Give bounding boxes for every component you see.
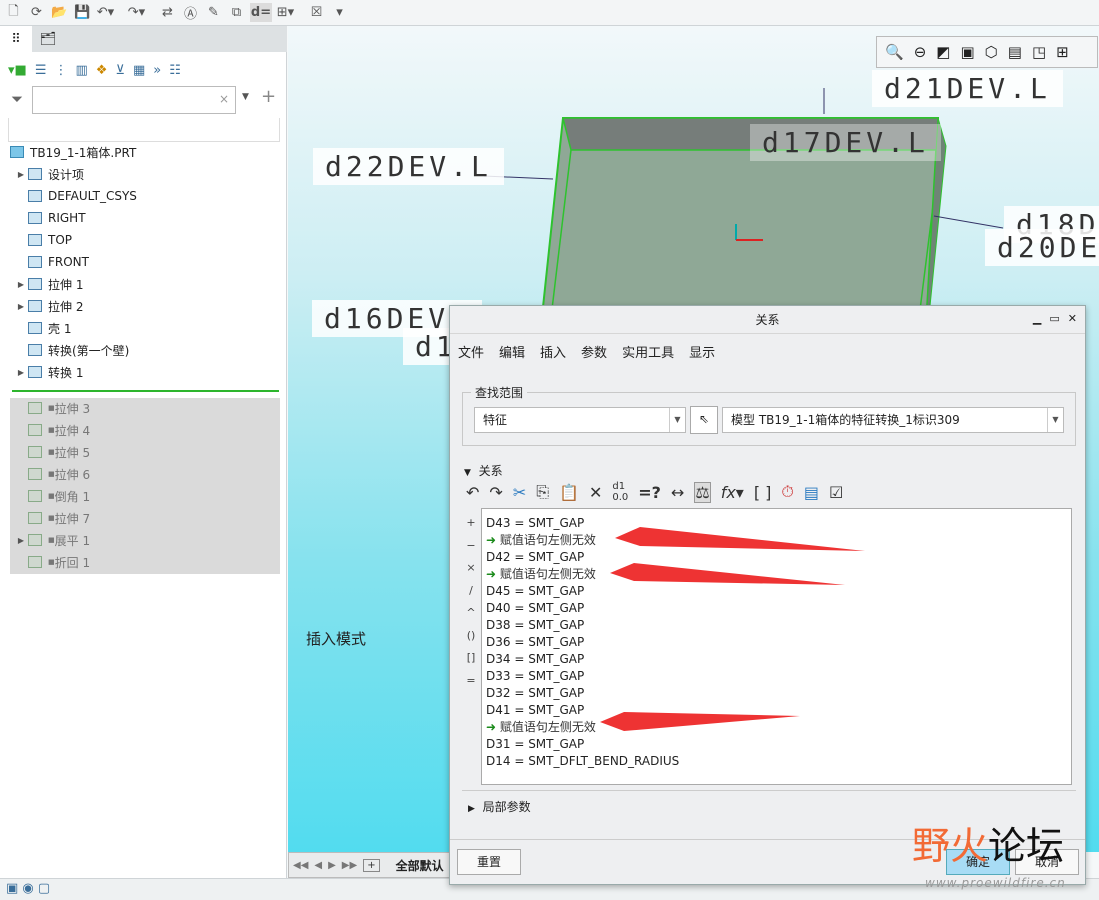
watermark-logo: 野火论坛 [912, 824, 1065, 868]
annotation-arrows [600, 527, 865, 731]
red-arrow [600, 712, 800, 731]
red-arrow [610, 563, 845, 585]
red-arrow [615, 527, 865, 551]
watermark-url: www.proewildfire.cn [925, 876, 1066, 890]
